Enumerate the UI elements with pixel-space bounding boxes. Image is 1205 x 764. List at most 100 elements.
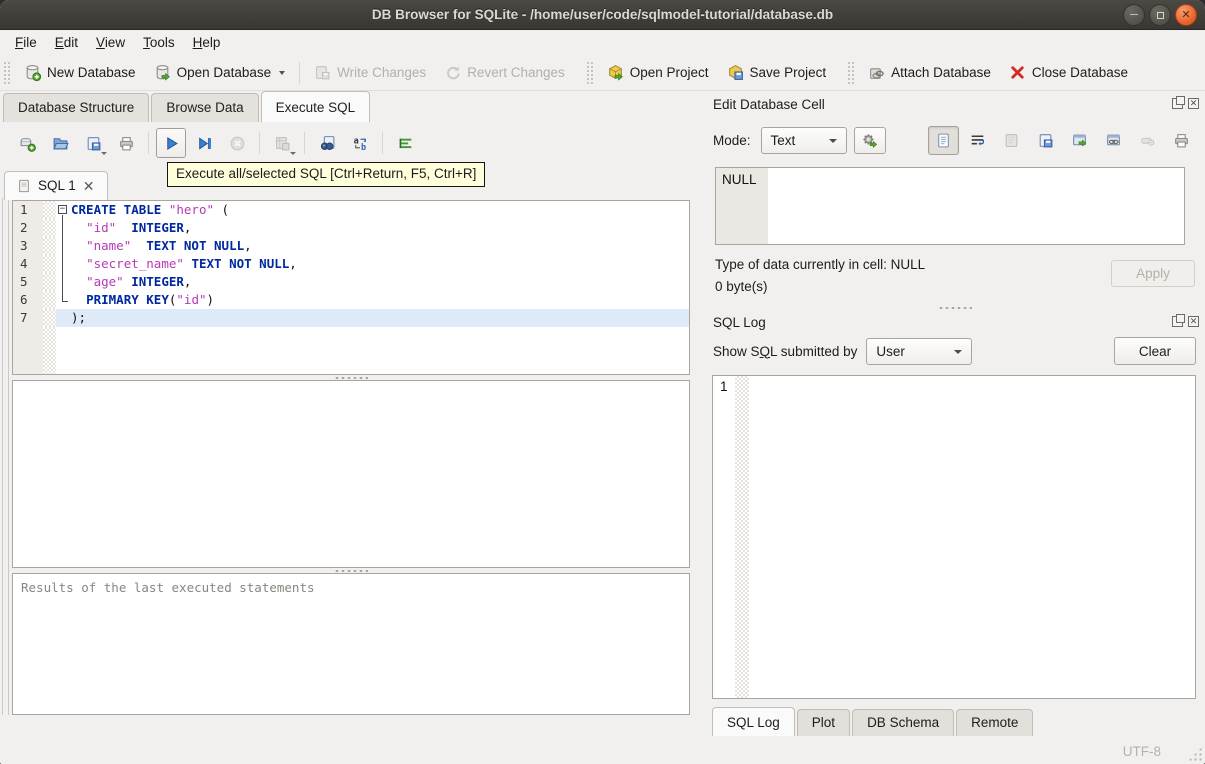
sql-code-editor[interactable]: 1− CREATE TABLE "hero" (2 "id" INTEGER, 3 … xyxy=(12,200,690,375)
save-file-dropdown-icon[interactable] xyxy=(101,152,107,155)
word-wrap-button[interactable] xyxy=(962,126,993,155)
cell-value-editor[interactable]: NULL xyxy=(715,167,1185,245)
text-mode-button[interactable] xyxy=(927,125,959,155)
menu-help[interactable]: Help xyxy=(184,32,230,53)
export-cell-button[interactable] xyxy=(1030,126,1061,155)
sql-log-view[interactable]: 1 xyxy=(712,375,1196,699)
results-grid[interactable] xyxy=(12,380,690,568)
toolbar-separator xyxy=(148,132,149,154)
code-line[interactable]: 3 "name" TEXT NOT NULL, xyxy=(13,237,689,255)
save-project-button[interactable]: Save Project xyxy=(718,59,836,86)
editor-empty-area[interactable] xyxy=(13,327,689,374)
tab-execute-sql[interactable]: Execute SQL xyxy=(260,91,371,122)
mode-select[interactable]: Text xyxy=(760,126,847,154)
print-cell-button[interactable] xyxy=(1166,126,1197,155)
replace-button[interactable]: ab xyxy=(345,128,375,158)
code-line[interactable]: 5 "age" INTEGER, xyxy=(13,273,689,291)
find-button[interactable] xyxy=(312,128,342,158)
code-text: "secret_name" TEXT NOT NULL, xyxy=(86,256,297,271)
new-database-button[interactable]: New Database xyxy=(15,59,145,86)
new-database-label: New Database xyxy=(47,65,136,80)
toolbar-handle[interactable] xyxy=(847,60,857,85)
maximize-button[interactable] xyxy=(1149,4,1171,26)
menu-edit[interactable]: Edit xyxy=(46,32,87,53)
encoding-indicator[interactable]: UTF-8 xyxy=(1123,744,1161,759)
save-cell-icon xyxy=(1039,133,1052,147)
float-panel-icon[interactable] xyxy=(1172,314,1185,327)
find-icon xyxy=(320,135,334,150)
close-button[interactable]: ✕ xyxy=(1175,4,1197,26)
title-bar[interactable]: DB Browser for SQLite - /home/user/code/… xyxy=(0,0,1205,30)
write-changes-icon xyxy=(316,66,330,80)
copy-link-button[interactable] xyxy=(1098,126,1129,155)
menu-file[interactable]: File xyxy=(6,32,46,53)
mode-value: Text xyxy=(770,132,796,148)
edit-cell-title: Edit Database Cell xyxy=(713,97,825,112)
close-panel-icon[interactable]: ✕ xyxy=(1188,98,1199,109)
menu-tools[interactable]: Tools xyxy=(134,32,184,53)
tab-browse-data[interactable]: Browse Data xyxy=(151,93,259,122)
edit-cell-toolbar: Mode: Text xyxy=(713,125,1199,155)
apply-button: Apply xyxy=(1111,260,1195,287)
save-results-dropdown-icon xyxy=(290,152,296,155)
print-sql-button[interactable] xyxy=(111,128,141,158)
results-placeholder: Results of the last executed statements xyxy=(21,580,315,595)
dock-splitter-handle[interactable] xyxy=(705,305,1205,311)
format-icon xyxy=(399,138,411,148)
sql-document-tab[interactable]: SQL 1 ✕ xyxy=(4,171,108,200)
close-database-button[interactable]: Close Database xyxy=(1000,59,1137,86)
open-database-dropdown-icon[interactable] xyxy=(279,71,286,75)
code-line[interactable]: 7); xyxy=(13,309,689,327)
results-message-pane[interactable]: Results of the last executed statements xyxy=(12,573,690,715)
log-line-number: 1 xyxy=(720,379,728,394)
apply-label: Apply xyxy=(1136,266,1170,281)
toolbar-handle[interactable] xyxy=(3,60,12,85)
cell-size-info: 0 byte(s) xyxy=(715,279,768,294)
open-database-button[interactable]: Open Database xyxy=(145,59,295,86)
auto-mode-button[interactable] xyxy=(853,126,886,154)
code-line[interactable]: 4 "secret_name" TEXT NOT NULL, xyxy=(13,255,689,273)
code-line[interactable]: 6 PRIMARY KEY("id") xyxy=(13,291,689,309)
open-project-button[interactable]: Open Project xyxy=(598,59,718,86)
new-sql-tab-button[interactable] xyxy=(12,128,42,158)
save-sql-file-button[interactable] xyxy=(78,128,108,158)
sql-log-filter-row: Show SQL submitted by User Clear xyxy=(713,337,1196,365)
sql-tab-close-icon[interactable]: ✕ xyxy=(83,179,95,193)
fold-marker[interactable]: − xyxy=(56,201,71,219)
format-sql-button[interactable] xyxy=(390,128,420,158)
clear-log-button[interactable]: Clear xyxy=(1114,337,1196,365)
save-results-icon xyxy=(275,136,289,150)
open-database-label: Open Database xyxy=(176,65,272,80)
menu-view[interactable]: View xyxy=(87,32,134,53)
gear-icon xyxy=(863,133,878,148)
tab-db-schema[interactable]: DB Schema xyxy=(852,709,955,736)
resize-grip[interactable] xyxy=(1188,747,1202,761)
open-project-icon xyxy=(608,64,623,81)
toolbar-handle[interactable] xyxy=(585,60,595,85)
open-sql-file-button[interactable] xyxy=(45,128,75,158)
code-line[interactable]: 1− CREATE TABLE "hero" ( xyxy=(13,201,689,219)
tab-plot[interactable]: Plot xyxy=(796,709,851,736)
attach-database-button[interactable]: Attach Database xyxy=(859,59,1000,86)
minimize-button[interactable]: ─ xyxy=(1123,4,1145,26)
open-in-external-button[interactable] xyxy=(1064,126,1095,155)
set-null-icon xyxy=(1140,137,1154,146)
new-tab-icon xyxy=(20,137,36,152)
cell-value: NULL xyxy=(722,172,757,187)
close-panel-icon[interactable]: ✕ xyxy=(1188,316,1199,327)
execute-sql-button[interactable] xyxy=(156,128,186,158)
fold-margin xyxy=(43,201,56,219)
fold-marker xyxy=(56,273,71,291)
revert-changes-label: Revert Changes xyxy=(467,65,565,80)
tab-sql-log[interactable]: SQL Log xyxy=(712,707,795,736)
sql-document-icon xyxy=(19,179,29,192)
cell-type-info: Type of data currently in cell: NULL xyxy=(715,257,926,272)
revert-changes-icon xyxy=(447,66,460,80)
execute-current-line-button[interactable] xyxy=(189,128,219,158)
tab-database-structure[interactable]: Database Structure xyxy=(3,93,150,122)
status-bar: UTF-8 xyxy=(0,738,1205,764)
tab-remote[interactable]: Remote xyxy=(956,709,1034,736)
float-panel-icon[interactable] xyxy=(1172,96,1185,109)
sql-log-filter-select[interactable]: User xyxy=(866,337,973,365)
code-line[interactable]: 2 "id" INTEGER, xyxy=(13,219,689,237)
